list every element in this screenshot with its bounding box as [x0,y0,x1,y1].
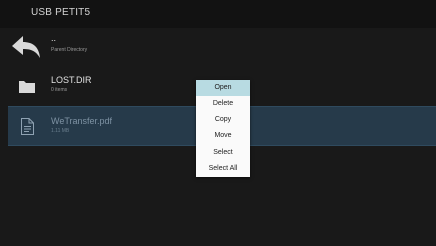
file-detail: Parent Directory [51,47,88,53]
file-browser-screen: USB PETIT5 .. Parent Directory LOST.DIR … [0,0,436,246]
file-name: WeTransfer.pdf [51,116,113,126]
file-detail: 1.11 MB [51,128,70,134]
menu-item-move[interactable]: Move [196,128,250,144]
folder-icon [10,72,42,98]
file-name: LOST.DIR [51,75,92,85]
menu-item-select[interactable]: Select [196,145,250,161]
file-name: .. [51,33,57,43]
back-arrow-icon [10,34,42,60]
document-icon [10,113,42,139]
menu-item-copy[interactable]: Copy [196,112,250,128]
list-item-parent-directory[interactable]: .. Parent Directory [8,28,436,66]
page-title: USB PETIT5 [31,7,91,18]
title-bar: USB PETIT5 [0,0,436,28]
context-menu: Open Delete Copy Move Select Select All [196,80,250,177]
menu-item-open[interactable]: Open [196,80,250,96]
menu-item-select-all[interactable]: Select All [196,161,250,177]
menu-item-delete[interactable]: Delete [196,96,250,112]
file-detail: 0 items [51,87,68,93]
